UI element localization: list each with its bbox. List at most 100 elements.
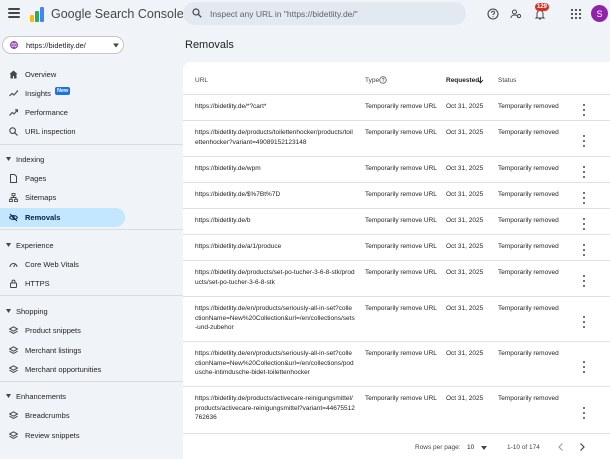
row-requested-date: Oct 31, 2025 xyxy=(446,269,484,276)
more-vert-icon[interactable] xyxy=(581,192,587,204)
more-vert-icon[interactable] xyxy=(581,316,587,328)
sidebar-item-sitemaps[interactable]: Sitemaps xyxy=(0,188,125,207)
top-bar: Google Search Console 129 S xyxy=(0,0,610,30)
sidebar-item-label: Sitemaps xyxy=(25,193,57,202)
column-header-url[interactable]: URL xyxy=(195,77,208,84)
layers-icon xyxy=(9,346,18,354)
sidebar-item-label: Overview xyxy=(25,70,57,79)
more-vert-icon[interactable] xyxy=(581,166,587,178)
section-shopping[interactable]: Shopping xyxy=(0,303,125,320)
column-header-type[interactable]: Type xyxy=(365,77,379,84)
layers-icon xyxy=(9,431,18,439)
more-vert-icon[interactable] xyxy=(581,407,587,419)
sidebar-divider xyxy=(0,144,183,145)
chevron-down-icon xyxy=(481,446,487,450)
sidebar-item-url-inspection[interactable]: URL inspection xyxy=(0,122,125,141)
speed-gauge-icon xyxy=(9,263,18,268)
sidebar-item-merchant-opportunities[interactable]: Merchant opportunities xyxy=(0,360,125,379)
app-name: Google Search Console xyxy=(51,7,184,21)
url-inspection-search[interactable] xyxy=(183,2,466,25)
next-page-icon[interactable] xyxy=(576,441,588,453)
layers-icon xyxy=(9,365,18,373)
more-vert-icon[interactable] xyxy=(581,135,587,147)
sidebar-item-insights[interactable]: Insights New xyxy=(0,84,125,103)
section-label: Experience xyxy=(16,241,54,250)
help-icon[interactable] xyxy=(487,8,499,20)
sidebar-item-breadcrumbs[interactable]: Breadcrumbs xyxy=(0,406,125,425)
row-status: Temporarily removed xyxy=(498,103,559,110)
pagination-range: 1-10 of 174 xyxy=(507,444,540,451)
previous-page-icon[interactable] xyxy=(555,441,567,453)
row-requested-date: Oct 31, 2025 xyxy=(446,350,484,357)
sidebar-item-core-web-vitals[interactable]: Core Web Vitals xyxy=(0,255,125,274)
row-status: Temporarily removed xyxy=(498,243,559,250)
apps-grid-icon[interactable] xyxy=(570,8,582,20)
row-url: https://bidetlity.de/$%7Bt%7D xyxy=(195,191,281,198)
table-row: https://bidetlity.de/b Temporarily remove… xyxy=(183,209,610,235)
sidebar-item-label: Pages xyxy=(25,174,47,183)
column-header-requested[interactable]: Requested xyxy=(446,77,479,84)
home-icon xyxy=(9,70,18,79)
section-enhancements[interactable]: Enhancements xyxy=(0,388,125,405)
sidebar-item-label: Core Web Vitals xyxy=(25,260,79,269)
property-url: https://bidetlity.de/ xyxy=(26,41,86,50)
section-label: Enhancements xyxy=(16,392,67,401)
sidebar-item-performance[interactable]: Performance xyxy=(0,103,125,122)
sidebar-item-product-snippets[interactable]: Product snippets xyxy=(0,321,125,340)
property-selector[interactable]: https://bidetlity.de/ xyxy=(2,36,124,54)
row-url: https://bidetlity.de/*?cart* xyxy=(195,103,267,110)
trending-icon xyxy=(9,109,18,116)
row-status: Temporarily removed xyxy=(498,305,559,312)
sidebar-item-label: HTTPS xyxy=(25,279,50,288)
section-indexing[interactable]: Indexing xyxy=(0,151,125,168)
inspect-url-input[interactable] xyxy=(210,6,460,21)
row-type: Temporarily remove URL xyxy=(365,305,437,312)
row-url: https://bidetlity.de/products/toilettenh… xyxy=(195,129,353,146)
more-vert-icon[interactable] xyxy=(581,104,587,116)
sidebar-item-merchant-listings[interactable]: Merchant listings xyxy=(0,341,125,360)
sidebar-item-https[interactable]: HTTPS xyxy=(0,274,125,293)
layers-icon xyxy=(9,411,18,419)
row-requested-date: Oct 31, 2025 xyxy=(446,103,484,110)
chevron-down-icon xyxy=(6,243,11,247)
sidebar-item-pages[interactable]: Pages xyxy=(0,169,125,188)
layers-icon xyxy=(9,326,18,334)
more-vert-icon[interactable] xyxy=(581,361,587,373)
sidebar-item-review-snippets[interactable]: Review snippets xyxy=(0,426,125,445)
table-row: https://bidetlity.de/products/set-po-tuc… xyxy=(183,261,610,297)
row-url: https://bidetlity.de/en/products/serious… xyxy=(195,350,354,376)
account-avatar[interactable]: S xyxy=(591,5,608,22)
chevron-down-icon xyxy=(6,394,11,398)
arrow-down-icon[interactable] xyxy=(477,76,484,84)
row-status: Temporarily removed xyxy=(498,165,559,172)
removals-table-card: URL Type Requested Status https://bidetl… xyxy=(183,62,610,459)
help-circle-icon[interactable] xyxy=(379,76,387,84)
more-vert-icon[interactable] xyxy=(581,218,587,230)
sidebar-item-label: Review snippets xyxy=(25,431,80,440)
more-vert-icon[interactable] xyxy=(581,244,587,256)
row-type: Temporarily remove URL xyxy=(365,129,437,136)
row-status: Temporarily removed xyxy=(498,269,559,276)
row-type: Temporarily remove URL xyxy=(365,217,437,224)
table-row: https://bidetlity.de/*?cart* Temporarily … xyxy=(183,95,610,121)
section-experience[interactable]: Experience xyxy=(0,237,125,254)
table-row: https://bidetlity.de/products/activecare… xyxy=(183,387,610,434)
users-settings-icon[interactable] xyxy=(510,8,522,20)
table-row: https://bidetlity.de/products/toilettenh… xyxy=(183,121,610,157)
section-label: Indexing xyxy=(16,155,45,164)
new-badge: New xyxy=(55,87,71,95)
rows-per-page-select[interactable]: 10 xyxy=(465,441,491,453)
main-menu-icon[interactable] xyxy=(8,8,20,18)
row-requested-date: Oct 31, 2025 xyxy=(446,395,484,402)
table-header: URL Type Requested Status xyxy=(183,62,610,95)
row-type: Temporarily remove URL xyxy=(365,350,437,357)
sidebar-item-removals[interactable]: Removals xyxy=(0,208,125,227)
column-header-status[interactable]: Status xyxy=(498,77,516,84)
sidebar-item-label: Merchant opportunities xyxy=(25,365,102,374)
more-vert-icon[interactable] xyxy=(581,275,587,287)
page-title: Removals xyxy=(185,39,234,51)
sidebar-item-label: Merchant listings xyxy=(25,346,82,355)
row-type: Temporarily remove URL xyxy=(365,191,437,198)
sidebar-item-overview[interactable]: Overview xyxy=(0,65,125,84)
table-row: https://bidetlity.de/a/1/produce Temporar… xyxy=(183,235,610,261)
